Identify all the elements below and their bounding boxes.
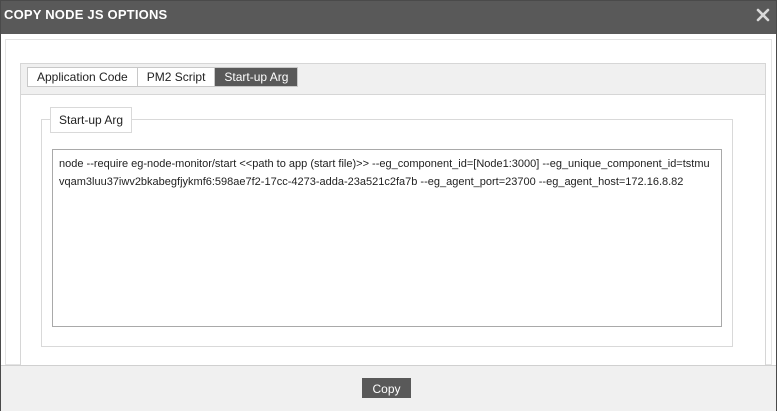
- start-up-arg-fieldset: Start-up Arg node --require eg-node-moni…: [41, 107, 733, 347]
- dialog-titlebar: COPY NODE JS OPTIONS: [1, 1, 776, 34]
- tab-start-up-arg[interactable]: Start-up Arg: [215, 68, 298, 86]
- fieldset-legend: Start-up Arg: [50, 107, 133, 133]
- copy-node-js-options-dialog: COPY NODE JS OPTIONS Application Code PM…: [0, 0, 777, 411]
- tabs-bar: Application Code PM2 Script Start-up Arg: [20, 63, 766, 95]
- tab-pm2-script[interactable]: PM2 Script: [138, 68, 216, 86]
- start-up-arg-textarea[interactable]: node --require eg-node-monitor/start <<p…: [52, 149, 722, 327]
- close-icon[interactable]: [754, 6, 772, 24]
- dialog-content: Application Code PM2 Script Start-up Arg…: [5, 39, 772, 366]
- tab-panel: Start-up Arg node --require eg-node-moni…: [20, 95, 766, 366]
- tab-application-code[interactable]: Application Code: [28, 68, 138, 86]
- dialog-footer: Copy: [1, 365, 776, 411]
- dialog-title: COPY NODE JS OPTIONS: [4, 7, 168, 22]
- tab-strip: Application Code PM2 Script Start-up Arg: [27, 67, 299, 87]
- copy-button[interactable]: Copy: [362, 378, 411, 398]
